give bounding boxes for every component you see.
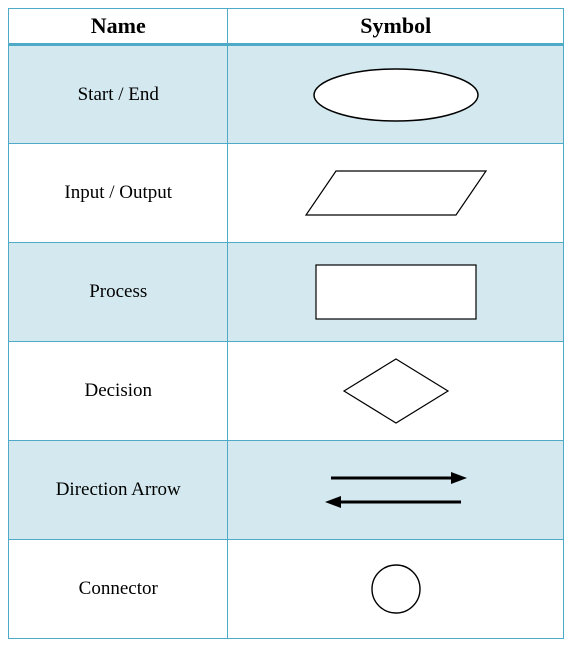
table-row: Process xyxy=(9,243,564,342)
col-header-symbol: Symbol xyxy=(228,9,564,45)
symbol-name: Connector xyxy=(9,540,228,639)
symbol-name: Start / End xyxy=(9,45,228,144)
process-rect-icon xyxy=(229,244,562,340)
flowchart-symbols-table: Name Symbol Start / End Input / Output xyxy=(8,8,564,639)
direction-arrows-icon xyxy=(229,442,562,538)
table-row: Connector xyxy=(9,540,564,639)
col-header-name: Name xyxy=(9,9,228,45)
connector-circle-icon xyxy=(229,541,562,637)
table-row: Start / End xyxy=(9,45,564,144)
io-parallelogram-icon xyxy=(229,145,562,241)
symbol-name: Input / Output xyxy=(9,144,228,243)
terminator-icon xyxy=(229,47,562,142)
table-row: Decision xyxy=(9,342,564,441)
symbol-name: Decision xyxy=(9,342,228,441)
symbol-name: Direction Arrow xyxy=(9,441,228,540)
table-row: Input / Output xyxy=(9,144,564,243)
decision-diamond-icon xyxy=(229,343,562,439)
symbol-name: Process xyxy=(9,243,228,342)
table-row: Direction Arrow xyxy=(9,441,564,540)
